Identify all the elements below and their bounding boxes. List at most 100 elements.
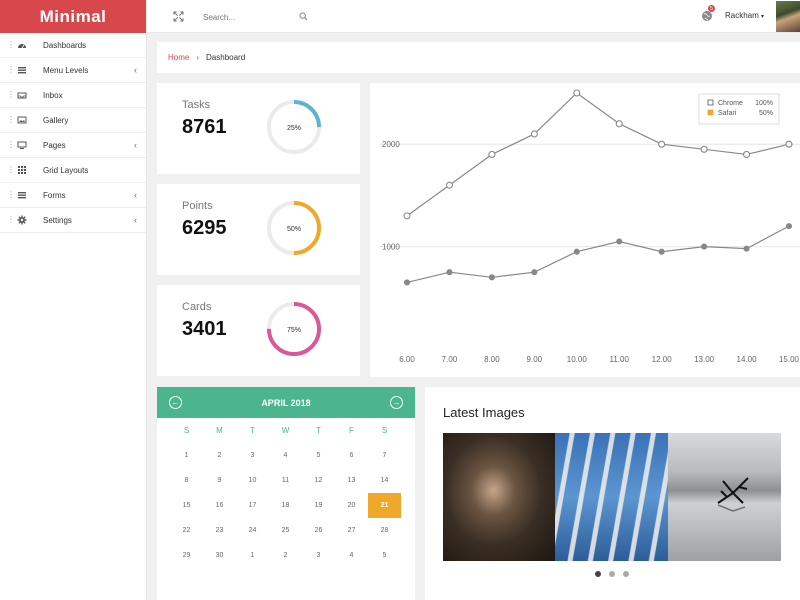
birch-trees-sky-image[interactable] <box>555 433 668 561</box>
inbox-icon <box>17 90 27 100</box>
calendar-day[interactable]: 16 <box>203 502 236 509</box>
sidebar-item-dashboards[interactable]: ⋮ Dashboards <box>0 33 146 58</box>
calendar-day[interactable]: 3 <box>236 452 269 459</box>
calendar-day[interactable]: 12 <box>302 477 335 484</box>
drag-handle-icon[interactable]: ⋮ <box>7 91 15 99</box>
data-point-chrome <box>530 130 538 138</box>
calendar-day[interactable]: 5 <box>302 452 335 459</box>
sidebar-item-menu-levels[interactable]: ⋮ Menu Levels ‹ <box>0 58 146 83</box>
data-point-safari <box>573 248 580 255</box>
drag-handle-icon[interactable]: ⋮ <box>7 191 15 199</box>
sidebar-menu: ⋮ Dashboards ⋮ Menu Levels ‹ ⋮ Inbox ⋮ Gallery ⋮ P… <box>0 33 146 233</box>
calendar-day[interactable]: 24 <box>236 527 269 534</box>
legend-series-name: Chrome <box>718 100 743 107</box>
stat-card-points: Points 6295 50% <box>157 184 360 275</box>
fullscreen-icon[interactable] <box>173 11 184 22</box>
calendar-day[interactable]: 6 <box>335 452 368 459</box>
calendar-day[interactable]: 4 <box>335 552 368 559</box>
calendar-day[interactable]: 1 <box>170 452 203 459</box>
sidebar-item-inbox[interactable]: ⋮ Inbox <box>0 83 146 108</box>
calendar-day[interactable]: 27 <box>335 527 368 534</box>
data-point-safari <box>658 248 665 255</box>
driftwood-lake-image[interactable] <box>668 433 781 561</box>
weekday-label: F <box>349 426 354 435</box>
calendar-day[interactable]: 4 <box>269 452 302 459</box>
latest-images-card: Latest Images <box>425 387 800 600</box>
calendar-day[interactable]: 25 <box>269 527 302 534</box>
calendar-day[interactable]: 18 <box>269 502 302 509</box>
breadcrumb-home-link[interactable]: Home <box>168 53 189 62</box>
sidebar-item-settings[interactable]: ⋮ Settings ‹ <box>0 208 146 233</box>
calendar-day[interactable]: 3 <box>302 552 335 559</box>
carousel-dot[interactable] <box>595 571 601 577</box>
notification-badge: 5 <box>708 5 715 12</box>
calendar-day[interactable]: 7 <box>368 452 401 459</box>
calendar-day[interactable]: 26 <box>302 527 335 534</box>
search-icon[interactable] <box>299 12 308 21</box>
stat-card-cards: Cards 3401 75% <box>157 285 360 376</box>
calendar-day[interactable]: 23 <box>203 527 236 534</box>
calendar-day[interactable]: 20 <box>335 502 368 509</box>
sidebar-item-pages[interactable]: ⋮ Pages ‹ <box>0 133 146 158</box>
data-point-chrome <box>573 89 581 97</box>
carousel-dot[interactable] <box>623 571 629 577</box>
person-in-hoodie-image[interactable] <box>443 433 555 561</box>
calendar-day[interactable]: 17 <box>236 502 269 509</box>
calendar-day[interactable]: 2 <box>269 552 302 559</box>
calendar-day[interactable]: 13 <box>335 477 368 484</box>
data-point-chrome <box>785 140 793 148</box>
donut-progress: 25% <box>267 100 321 154</box>
image-icon <box>17 115 27 125</box>
brand-logo[interactable]: Minimal <box>0 0 146 33</box>
calendar-day[interactable]: 15 <box>170 502 203 509</box>
data-point-chrome <box>700 145 708 153</box>
calendar-day[interactable]: 9 <box>203 477 236 484</box>
calendar-day[interactable]: 22 <box>170 527 203 534</box>
sidebar-item-grid-layouts[interactable]: ⋮ Grid Layouts <box>0 158 146 183</box>
drag-handle-icon[interactable]: ⋮ <box>7 41 15 49</box>
stat-label: Points <box>182 200 213 212</box>
dashboard-icon <box>17 40 27 50</box>
sidebar-item-forms[interactable]: ⋮ Forms ‹ <box>0 183 146 208</box>
data-point-safari <box>785 223 793 230</box>
calendar-day[interactable]: 11 <box>269 477 302 484</box>
weekday-label: S <box>183 426 190 435</box>
carousel-dot[interactable] <box>609 571 615 577</box>
calendar-day[interactable]: 2 <box>203 452 236 459</box>
calendar-day[interactable]: 5 <box>368 552 401 559</box>
calendar-day-today[interactable]: 21 <box>368 493 401 518</box>
calendar-day[interactable]: 1 <box>236 552 269 559</box>
drag-handle-icon[interactable]: ⋮ <box>7 141 15 149</box>
username-label: Rackham <box>725 11 759 20</box>
legend-series-value: 100% <box>755 100 773 107</box>
data-point-safari <box>743 245 750 252</box>
avatar[interactable] <box>776 1 800 32</box>
calendar-day[interactable]: 30 <box>203 552 236 559</box>
drag-handle-icon[interactable]: ⋮ <box>7 66 15 74</box>
drag-handle-icon[interactable]: ⋮ <box>7 116 15 124</box>
sidebar-item-gallery[interactable]: ⋮ Gallery <box>0 108 146 133</box>
calendar-grid: S M T W T F S 1 2 3 4 5 6 7 8 9 10 11 12 13 14 15 16 17 18 19 20 21… <box>170 418 401 568</box>
monitor-icon <box>17 140 27 150</box>
drag-handle-icon[interactable]: ⋮ <box>7 216 15 224</box>
data-point-safari <box>701 243 708 250</box>
arrow-right-icon[interactable]: → <box>390 396 403 409</box>
calendar-day[interactable]: 10 <box>236 477 269 484</box>
calendar-day[interactable]: 14 <box>368 477 401 484</box>
sidebar-item-label: Dashboards <box>43 40 87 50</box>
x-tick-label: 14.00 <box>737 355 758 364</box>
x-tick-label: 12.00 <box>652 355 673 364</box>
y-tick-label: 1000 <box>382 243 400 252</box>
arrow-left-icon[interactable]: ← <box>169 396 182 409</box>
drag-handle-icon[interactable]: ⋮ <box>7 166 15 174</box>
stat-label: Tasks <box>182 99 211 111</box>
stat-value: 3401 <box>182 318 227 340</box>
search-input[interactable] <box>203 10 313 24</box>
y-tick-label: 2000 <box>382 140 400 149</box>
calendar-day[interactable]: 29 <box>170 552 203 559</box>
calendar-day[interactable]: 19 <box>302 502 335 509</box>
calendar-day[interactable]: 28 <box>368 527 401 534</box>
calendar-day[interactable]: 8 <box>170 477 203 484</box>
sidebar-item-label: Grid Layouts <box>43 165 89 175</box>
user-menu[interactable]: Rackham ▾ <box>725 11 764 20</box>
